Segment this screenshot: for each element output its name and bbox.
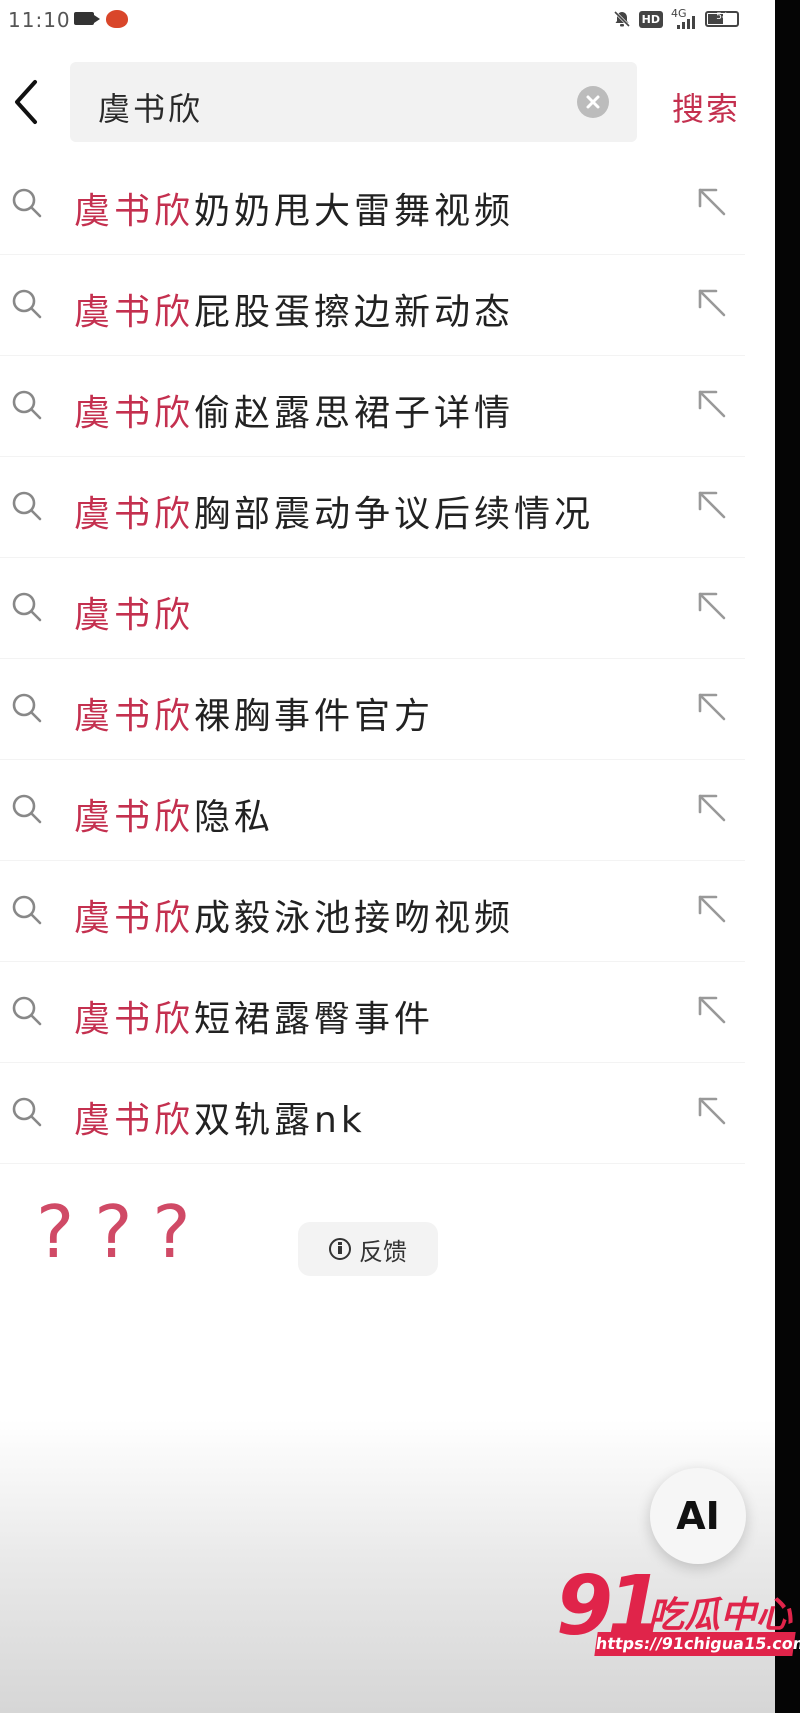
- battery-text: 54: [716, 12, 728, 22]
- search-icon: [12, 1097, 42, 1127]
- suggestion-text: 虞书欣裸胸事件官方: [74, 687, 434, 739]
- suggestion-text: 虞书欣屁股蛋擦边新动态: [74, 283, 514, 335]
- search-icon: [12, 895, 42, 925]
- search-button[interactable]: 搜索: [672, 84, 740, 130]
- info-icon: [329, 1238, 351, 1260]
- search-icon: [12, 390, 42, 420]
- suggestion-text: 虞书欣: [74, 586, 194, 638]
- suggestion-rest: 成毅泳池接吻视频: [194, 898, 515, 939]
- suggestion-rest: 双轨露nk: [194, 1100, 366, 1141]
- suggestion-text: 虞书欣成毅泳池接吻视频: [74, 889, 514, 941]
- suggestion-highlight: 虞书欣: [74, 1100, 195, 1141]
- search-icon: [12, 491, 42, 521]
- fill-query-arrow-icon[interactable]: [694, 285, 730, 321]
- status-indicators: HD 4G 54: [613, 7, 739, 29]
- fill-query-arrow-icon[interactable]: [694, 891, 730, 927]
- suggestion-item[interactable]: 虞书欣: [0, 558, 745, 659]
- question-marks: ???: [36, 1190, 211, 1274]
- suggestion-text: 虞书欣隐私: [74, 788, 274, 840]
- watermark: 91 吃瓜中心 https://91chigua15.com: [556, 1562, 800, 1662]
- network-type: 4G: [671, 7, 687, 20]
- search-icon: [12, 693, 42, 723]
- suggestion-highlight: 虞书欣: [74, 393, 195, 434]
- feedback-label: 反馈: [359, 1237, 407, 1266]
- suggestion-rest: 短裙露臀事件: [194, 999, 435, 1040]
- search-input[interactable]: 虞书欣: [70, 62, 637, 142]
- suggestion-list: 虞书欣奶奶甩大雷舞视频 虞书欣屁股蛋擦边新动态 虞书欣偷赵露思裙子详情 虞书欣胸部震动…: [0, 154, 745, 1164]
- suggestion-item[interactable]: 虞书欣偷赵露思裙子详情: [0, 356, 745, 457]
- app-notification-icon: [106, 10, 128, 28]
- suggestion-rest: 屁股蛋擦边新动态: [194, 292, 515, 333]
- search-icon: [12, 188, 42, 218]
- suggestion-item[interactable]: 虞书欣屁股蛋擦边新动态: [0, 255, 745, 356]
- suggestion-item[interactable]: 虞书欣隐私: [0, 760, 745, 861]
- fill-query-arrow-icon[interactable]: [694, 487, 730, 523]
- suggestion-text: 虞书欣短裙露臀事件: [74, 990, 434, 1042]
- suggestion-item[interactable]: 虞书欣奶奶甩大雷舞视频: [0, 154, 745, 255]
- video-camera-icon: [74, 12, 100, 25]
- search-icon: [12, 794, 42, 824]
- fill-query-arrow-icon[interactable]: [694, 1093, 730, 1129]
- bell-muted-icon: [613, 10, 631, 28]
- search-icon: [12, 592, 42, 622]
- search-icon: [12, 289, 42, 319]
- suggestion-rest: 隐私: [194, 797, 275, 838]
- suggestion-highlight: 虞书欣: [74, 999, 195, 1040]
- fill-query-arrow-icon[interactable]: [694, 790, 730, 826]
- suggestion-item[interactable]: 虞书欣裸胸事件官方: [0, 659, 745, 760]
- search-input-value[interactable]: 虞书欣: [98, 84, 203, 130]
- close-icon: [586, 95, 600, 109]
- status-bar: 11:10 HD 4G 54: [0, 0, 775, 40]
- status-time: 11:10: [8, 8, 71, 32]
- battery-icon: 54: [705, 11, 739, 27]
- suggestion-highlight: 虞书欣: [74, 494, 195, 535]
- suggestion-rest: 胸部震动争议后续情况: [194, 494, 595, 535]
- suggestion-highlight: 虞书欣: [74, 898, 195, 939]
- search-icon: [12, 996, 42, 1026]
- suggestion-highlight: 虞书欣: [74, 696, 195, 737]
- back-button[interactable]: [4, 70, 48, 134]
- clear-search-button[interactable]: [577, 86, 609, 118]
- ai-assistant-button[interactable]: AI: [650, 1468, 746, 1564]
- fill-query-arrow-icon[interactable]: [694, 992, 730, 1028]
- signal-icon: 4G: [671, 7, 697, 29]
- suggestion-rest: 奶奶甩大雷舞视频: [194, 191, 515, 232]
- right-edge-bar: [775, 0, 800, 1713]
- suggestion-highlight: 虞书欣: [74, 191, 195, 232]
- suggestion-text: 虞书欣偷赵露思裙子详情: [74, 384, 514, 436]
- watermark-url: https://91chigua15.com: [594, 1632, 800, 1656]
- hd-badge: HD: [638, 10, 663, 28]
- feedback-button[interactable]: 反馈: [298, 1222, 438, 1276]
- suggestion-text: 虞书欣双轨露nk: [74, 1091, 366, 1143]
- suggestion-highlight: 虞书欣: [74, 595, 195, 636]
- suggestion-item[interactable]: 虞书欣成毅泳池接吻视频: [0, 861, 745, 962]
- suggestion-highlight: 虞书欣: [74, 292, 195, 333]
- fill-query-arrow-icon[interactable]: [694, 689, 730, 725]
- suggestion-rest: 裸胸事件官方: [194, 696, 435, 737]
- suggestion-item[interactable]: 虞书欣胸部震动争议后续情况: [0, 457, 745, 558]
- chevron-left-icon: [15, 80, 37, 124]
- app-screen: 11:10 HD 4G 54 虞书欣 搜索 虞书欣奶奶甩大雷舞视频 虞书欣屁股蛋擦: [0, 0, 775, 1713]
- fill-query-arrow-icon[interactable]: [694, 588, 730, 624]
- fill-query-arrow-icon[interactable]: [694, 386, 730, 422]
- fill-query-arrow-icon[interactable]: [694, 184, 730, 220]
- watermark-brand: 吃瓜中心: [648, 1595, 793, 1636]
- suggestion-item[interactable]: 虞书欣短裙露臀事件: [0, 962, 745, 1063]
- suggestion-highlight: 虞书欣: [74, 797, 195, 838]
- suggestion-text: 虞书欣奶奶甩大雷舞视频: [74, 182, 514, 234]
- suggestion-rest: 偷赵露思裙子详情: [194, 393, 515, 434]
- suggestion-item[interactable]: 虞书欣双轨露nk: [0, 1063, 745, 1164]
- suggestion-text: 虞书欣胸部震动争议后续情况: [74, 485, 594, 537]
